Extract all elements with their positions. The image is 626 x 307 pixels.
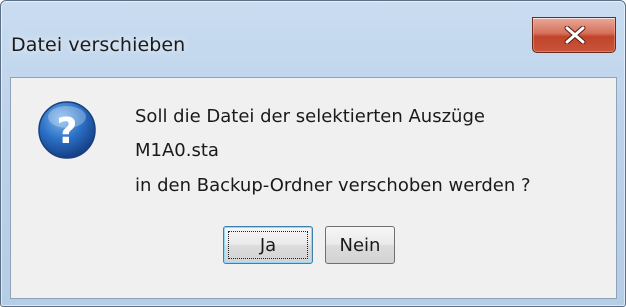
dialog-body: ? Soll die Datei der selektierten Auszüg… — [10, 77, 617, 299]
svg-text:?: ? — [57, 111, 78, 152]
no-button-label: Nein — [339, 234, 381, 256]
close-icon — [564, 26, 586, 44]
title-bar[interactable]: Datei verschieben — [1, 1, 625, 77]
close-button[interactable] — [532, 17, 616, 53]
message-line-3: in den Backup-Ordner verschoben werden ? — [135, 175, 531, 196]
dialog-window: Datei verschieben ? Soll die Datei der s… — [0, 0, 626, 307]
yes-button-label: Ja — [259, 234, 277, 256]
message-line-2: M1A0.sta — [135, 140, 219, 161]
message-line-1: Soll die Datei der selektierten Auszüge — [135, 106, 485, 127]
yes-button[interactable]: Ja — [223, 226, 313, 264]
question-icon: ? — [38, 101, 96, 159]
no-button[interactable]: Nein — [325, 226, 395, 264]
window-title: Datei verschieben — [11, 34, 186, 56]
